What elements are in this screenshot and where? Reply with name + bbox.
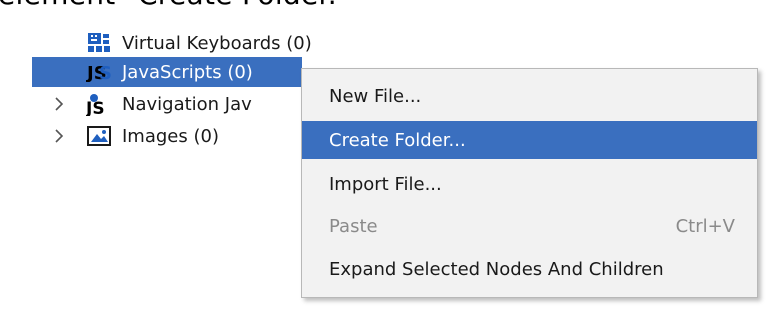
chevron-right-icon[interactable] xyxy=(54,128,64,144)
chevron-right-icon[interactable] xyxy=(54,96,64,112)
keyboard-grid-icon xyxy=(86,31,112,55)
js-icon: JS S xyxy=(86,60,112,84)
caption-text: element "Create Folder." xyxy=(0,0,350,11)
tree-item-javascripts[interactable]: JS S JavaScripts (0) xyxy=(32,57,302,87)
menu-item-label: Create Folder... xyxy=(329,129,466,151)
menu-item-shortcut: Ctrl+V xyxy=(675,215,735,237)
navigation-js-icon: JS xyxy=(86,92,112,116)
tree-item-navigation-javascripts[interactable]: JS Navigation Jav xyxy=(86,89,301,119)
menu-item-new-file[interactable]: New File... xyxy=(302,77,757,115)
tree-item-virtual-keyboards[interactable]: Virtual Keyboards (0) xyxy=(86,28,386,58)
menu-item-label: Paste xyxy=(329,215,378,237)
menu-item-label: Import File... xyxy=(329,173,442,195)
tree-item-label: Navigation Jav xyxy=(122,93,252,115)
svg-text:S: S xyxy=(99,63,112,82)
tree-item-label: Virtual Keyboards (0) xyxy=(122,32,312,54)
menu-item-label: Expand Selected Nodes And Children xyxy=(329,258,664,280)
tree-item-images[interactable]: Images (0) xyxy=(86,121,301,151)
tree-item-label: Images (0) xyxy=(122,125,219,147)
menu-item-paste[interactable]: Paste Ctrl+V xyxy=(302,207,757,245)
image-icon xyxy=(86,124,112,148)
menu-item-expand-selected-nodes[interactable]: Expand Selected Nodes And Children xyxy=(302,250,757,288)
context-menu: New File... Create Folder... Import File… xyxy=(301,68,758,298)
menu-item-create-folder[interactable]: Create Folder... xyxy=(302,121,757,159)
menu-item-import-file[interactable]: Import File... xyxy=(302,165,757,203)
menu-item-label: New File... xyxy=(329,85,422,107)
svg-text:JS: JS xyxy=(86,99,105,116)
tree-item-label: JavaScripts (0) xyxy=(122,61,253,83)
